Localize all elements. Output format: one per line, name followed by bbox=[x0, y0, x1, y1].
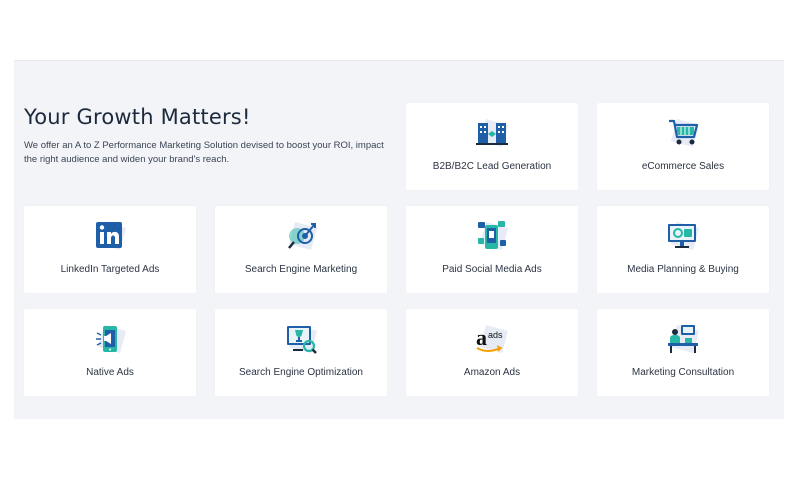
svg-text:a: a bbox=[476, 325, 487, 350]
service-label: Search Engine Marketing bbox=[244, 264, 358, 275]
section-title: Your Growth Matters! bbox=[24, 105, 251, 129]
amazon-ads-icon: a ads bbox=[476, 323, 508, 355]
search-target-icon bbox=[285, 220, 317, 252]
service-card-media-planning[interactable]: Media Planning & Buying bbox=[597, 206, 769, 293]
service-label: eCommerce Sales bbox=[641, 161, 725, 172]
buildings-handshake-icon bbox=[476, 117, 508, 149]
service-label: Paid Social Media Ads bbox=[442, 264, 542, 275]
intro-block: Your Growth Matters! We offer an A to Z … bbox=[24, 105, 394, 167]
social-phone-icon bbox=[476, 220, 508, 252]
service-card-search-engine-marketing[interactable]: Search Engine Marketing bbox=[215, 206, 387, 293]
services-section: Your Growth Matters! We offer an A to Z … bbox=[14, 60, 784, 419]
service-label: LinkedIn Targeted Ads bbox=[60, 264, 160, 275]
service-label: Amazon Ads bbox=[463, 367, 521, 378]
service-card-amazon-ads[interactable]: a ads Amazon Ads bbox=[406, 309, 578, 396]
seo-monitor-icon bbox=[285, 323, 317, 355]
shopping-cart-icon bbox=[667, 117, 699, 149]
service-label: B2B/B2C Lead Generation bbox=[432, 161, 552, 172]
service-card-linkedin-ads[interactable]: LinkedIn Targeted Ads bbox=[24, 206, 196, 293]
amazon-logo-text: ads bbox=[488, 330, 503, 340]
service-label: Media Planning & Buying bbox=[627, 264, 739, 275]
service-label: Search Engine Optimization bbox=[239, 367, 363, 378]
linkedin-icon bbox=[94, 220, 126, 252]
service-card-ecommerce-sales[interactable]: eCommerce Sales bbox=[597, 103, 769, 190]
section-description: We offer an A to Z Performance Marketing… bbox=[24, 140, 384, 165]
monitor-media-icon bbox=[667, 220, 699, 252]
service-card-lead-generation[interactable]: B2B/B2C Lead Generation bbox=[406, 103, 578, 190]
phone-megaphone-icon bbox=[94, 323, 126, 355]
service-card-native-ads[interactable]: Native Ads bbox=[24, 309, 196, 396]
service-label: Marketing Consultation bbox=[631, 367, 735, 378]
service-card-marketing-consultation[interactable]: Marketing Consultation bbox=[597, 309, 769, 396]
consultation-desk-icon bbox=[667, 323, 699, 355]
service-label: Native Ads bbox=[86, 367, 134, 378]
service-card-paid-social-ads[interactable]: Paid Social Media Ads bbox=[406, 206, 578, 293]
service-card-seo[interactable]: Search Engine Optimization bbox=[215, 309, 387, 396]
